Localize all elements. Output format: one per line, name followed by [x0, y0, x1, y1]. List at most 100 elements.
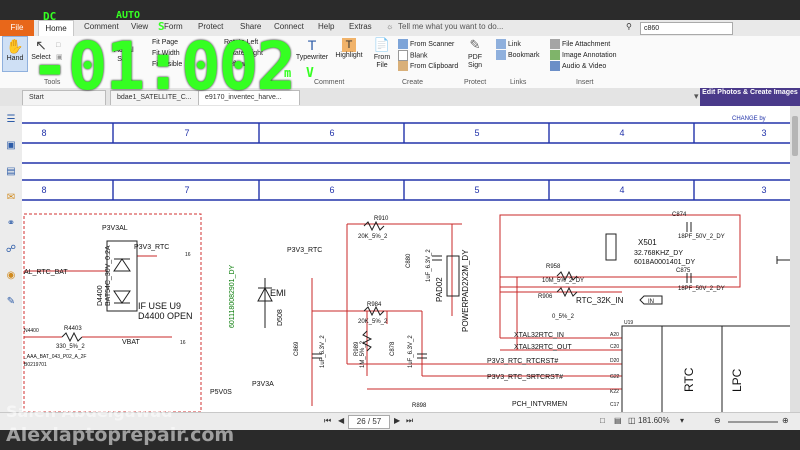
highlight-label: Highlight	[335, 52, 363, 59]
net-p3v3-rtc-1: P3V3_RTC	[134, 244, 169, 251]
watermark-site: Alexlaptoprepair.com	[6, 424, 235, 446]
scanner-icon	[398, 39, 408, 49]
tell-me-box[interactable]: Tell me what you want to do...	[398, 22, 608, 34]
ruler-bottom-8: 8	[41, 185, 46, 195]
next-page-icon[interactable]: ▶	[394, 416, 400, 425]
part-r910: R910	[374, 216, 389, 222]
file-attachment-button[interactable]: File Attachment	[550, 39, 610, 49]
net-vbat: VBAT	[122, 339, 140, 346]
group-links: Links	[510, 79, 527, 86]
layers-icon[interactable]: ▤	[5, 166, 17, 178]
part-c875-value: 18PF_50V_2_DY	[678, 286, 725, 292]
pin-c20: C20	[610, 344, 619, 350]
blank-button[interactable]: Blank	[398, 50, 428, 61]
typewriter-button[interactable]: T Typewriter	[294, 36, 330, 70]
from-clipboard-button[interactable]: From Clipboard	[398, 61, 458, 71]
from-file-button[interactable]: 📄 From File	[370, 36, 394, 76]
bookmark-icon	[496, 50, 506, 60]
ruler-bottom-4: 4	[619, 185, 624, 195]
signature-icon[interactable]: ✎	[5, 296, 17, 308]
ruler-bottom-5: 5	[474, 185, 479, 195]
image-icon	[550, 50, 560, 60]
group-protect: Protect	[464, 79, 487, 86]
zoom-dropdown-icon[interactable]: ▾	[680, 416, 684, 425]
pdf-sign-button[interactable]: ✎ PDF Sign	[462, 36, 488, 76]
zoom-in-status-icon[interactable]: ⊕	[782, 416, 789, 425]
pin-16b: 16	[185, 252, 191, 258]
zoom-slider[interactable]	[728, 421, 778, 423]
part-d4400-value: BAT54C_30V_0.2A	[105, 245, 112, 306]
file-menu-tab[interactable]: File	[0, 20, 34, 36]
page-number-input[interactable]: 26 / 57	[348, 415, 390, 429]
edit-photos-button[interactable]: Edit Photos & Create Images	[700, 88, 800, 106]
net-p3v3al: P3V3AL	[102, 225, 128, 232]
scroll-thumb[interactable]	[792, 116, 798, 156]
net-srtcrst: P3V3_RTC_SRTCRST#	[487, 374, 563, 381]
tab-extras[interactable]: Extras	[349, 22, 372, 31]
zoom-level[interactable]: 181.60%	[638, 416, 670, 425]
from-scanner-button[interactable]: From Scanner	[398, 39, 454, 49]
auto-indicator: AUTO	[116, 10, 141, 21]
net-xtal-in: XTAL32RTC_IN	[514, 332, 564, 339]
part-c875: C875	[676, 268, 691, 274]
tab-help[interactable]: Help	[318, 22, 334, 31]
part-x501: X501	[638, 238, 657, 247]
bookmarks-icon[interactable]: ☰	[5, 114, 17, 126]
comments-icon[interactable]: ✉	[5, 192, 17, 204]
last-page-icon[interactable]: ⏭	[406, 416, 413, 426]
audio-video-button[interactable]: Audio & Video	[550, 61, 606, 71]
facing-icon[interactable]: ◫	[628, 416, 636, 425]
ruler-top-5: 5	[474, 128, 479, 138]
bookmark-button[interactable]: Bookmark	[496, 50, 540, 60]
typewriter-icon: T	[307, 37, 317, 53]
net-xtal-out: XTAL32RTC_OUT	[514, 344, 572, 351]
vertical-scrollbar[interactable]	[790, 106, 800, 412]
first-page-icon[interactable]: ⏮	[324, 416, 331, 426]
net-rtc-32k-in: RTC_32K_IN	[576, 296, 624, 305]
pin-c17: C17	[610, 402, 619, 408]
zoom-out-icon[interactable]: ⊖	[714, 416, 721, 425]
lightbulb-icon: ☼	[386, 22, 394, 31]
part-d4400: D4400	[97, 285, 104, 306]
pin-d20: D20	[610, 358, 619, 364]
ruler-top-4: 4	[619, 128, 624, 138]
part-c878-value: 1uF_6.3V_2	[408, 335, 414, 368]
continuous-icon[interactable]: ▤	[614, 416, 622, 425]
ruler-top-6: 6	[329, 128, 334, 138]
schematic-page: 8 7 6 5 4 3 8 7 6 5 4 3 CHANGE by P3V3AL…	[22, 116, 790, 412]
hand-tool-button[interactable]: ✋ Hand	[2, 36, 28, 72]
attachments-icon[interactable]: ⚭	[5, 218, 17, 230]
document-view[interactable]: 8 7 6 5 4 3 8 7 6 5 4 3 CHANGE by P3V3AL…	[22, 106, 790, 412]
pen-icon: ✎	[469, 37, 481, 52]
part-r906: R906	[538, 294, 553, 300]
prev-page-icon[interactable]: ◀	[338, 416, 344, 425]
paperclip-icon[interactable]: ☍	[5, 244, 17, 256]
link-button[interactable]: Link	[496, 39, 521, 49]
image-annotation-label: Image Annotation	[562, 51, 617, 59]
part-x501-value: 32.768KHZ_DY	[634, 250, 683, 257]
clipboard-paste-icon	[398, 61, 408, 71]
part-r984-value: 20K_5%_2	[358, 319, 388, 325]
part-r984: R984	[367, 302, 382, 308]
part-battery-pn: B0219701	[24, 362, 47, 368]
image-annotation-button[interactable]: Image Annotation	[550, 50, 617, 60]
ruler-bottom-6: 6	[329, 185, 334, 195]
bookmark-label: Bookmark	[508, 51, 540, 59]
part-r910-value: 20K_5%_2	[358, 234, 388, 240]
search-icon[interactable]: ⚲	[626, 22, 632, 31]
net-p3v3a: P3V3A	[252, 381, 274, 388]
link-icon	[496, 39, 506, 49]
lock-icon[interactable]: ◉	[5, 270, 17, 282]
ruler-bottom-7: 7	[184, 185, 189, 195]
part-r958-value: 10M_5%_2_DY	[542, 278, 584, 284]
highlight-button[interactable]: T Highlight	[334, 36, 364, 70]
group-insert: Insert	[576, 79, 594, 86]
hand-label: Hand	[6, 55, 24, 62]
block-rtc: RTC	[682, 367, 696, 392]
search-input[interactable]: c860	[640, 22, 733, 35]
pages-icon[interactable]: ▣	[5, 140, 17, 152]
part-n4400: N4400	[24, 328, 39, 334]
single-page-icon[interactable]: □	[600, 416, 605, 425]
net-p3v3-rtc-2: P3V3_RTC	[287, 247, 322, 254]
chevron-down-icon[interactable]: ▾	[694, 91, 699, 102]
